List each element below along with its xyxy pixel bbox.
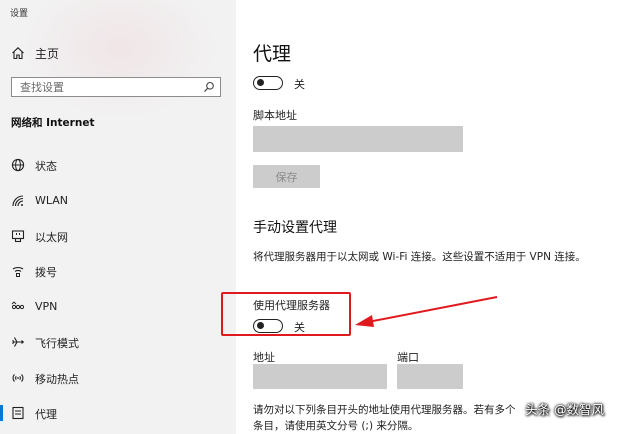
- search-box: [11, 77, 221, 97]
- exceptions-description: 请勿对以下列条目开头的地址使用代理服务器。若有多个条目，请使用英文分号 (;) …: [253, 404, 516, 432]
- ethernet-icon: [11, 230, 25, 243]
- port-input[interactable]: [397, 364, 463, 389]
- watermark: 头条 @数智风: [525, 402, 604, 417]
- toggle-knob: [257, 79, 264, 86]
- section-title: 网络和 Internet: [11, 117, 95, 129]
- wifi-icon: [12, 195, 24, 207]
- sidebar-item-label: 拨号: [35, 266, 57, 279]
- sidebar-item-label: 移动热点: [35, 373, 79, 386]
- sidebar-home[interactable]: 主页: [11, 44, 59, 62]
- sidebar-item-status[interactable]: 状态: [0, 152, 236, 178]
- sidebar-item-label: 飞行模式: [35, 337, 79, 350]
- sidebar-item-dialup[interactable]: 拨号: [0, 258, 236, 284]
- script-address-label: 脚本地址: [253, 109, 297, 122]
- home-icon: [12, 47, 24, 60]
- sidebar-item-airplane[interactable]: 飞行模式: [0, 329, 236, 355]
- auto-detect-toggle[interactable]: [253, 76, 283, 90]
- sidebar-item-hotspot[interactable]: 移动热点: [0, 365, 236, 391]
- port-label: 端口: [397, 351, 419, 364]
- sidebar-item-label: WLAN: [35, 194, 69, 207]
- sidebar-item-label: 状态: [35, 160, 57, 173]
- sidebar-item-ethernet[interactable]: 以太网: [0, 223, 236, 249]
- address-label: 地址: [253, 351, 275, 364]
- home-label: 主页: [35, 46, 60, 61]
- hotspot-icon: [12, 374, 24, 382]
- search-input[interactable]: [20, 80, 200, 94]
- annotation-arrow-icon: [355, 296, 498, 327]
- proxy-icon: [12, 406, 24, 420]
- search-icon[interactable]: [203, 81, 215, 93]
- sidebar-item-wlan[interactable]: WLAN: [0, 188, 236, 214]
- manual-proxy-description: 将代理服务器用于以太网或 Wi-Fi 连接。这些设置不适用于 VPN 连接。: [253, 251, 586, 263]
- manual-proxy-heading: 手动设置代理: [253, 220, 337, 236]
- main-panel: 代理 关 脚本地址 保存 手动设置代理 将代理服务器用于以太网或 Wi-Fi 连…: [236, 0, 640, 434]
- page-title: 代理: [253, 43, 292, 65]
- script-address-input[interactable]: [253, 126, 463, 152]
- window-title: 设置: [10, 9, 29, 19]
- sidebar-item-vpn[interactable]: VPN: [0, 294, 236, 320]
- airplane-icon: [12, 337, 24, 347]
- address-input[interactable]: [253, 364, 387, 389]
- dialup-icon: [12, 266, 24, 277]
- sidebar-item-label: VPN: [35, 300, 58, 313]
- annotation-highlight-box: [221, 292, 351, 336]
- save-button[interactable]: 保存: [253, 165, 320, 188]
- globe-status-icon: [11, 158, 25, 172]
- sidebar-item-label: 以太网: [35, 231, 68, 244]
- sidebar-item-label: 代理: [35, 408, 57, 421]
- vpn-icon: [11, 301, 25, 310]
- sidebar: 设置 主页 网络和 Internet 状态 WLAN: [0, 0, 236, 434]
- auto-detect-toggle-state: 关: [294, 78, 305, 91]
- sidebar-item-proxy[interactable]: 代理: [0, 400, 236, 426]
